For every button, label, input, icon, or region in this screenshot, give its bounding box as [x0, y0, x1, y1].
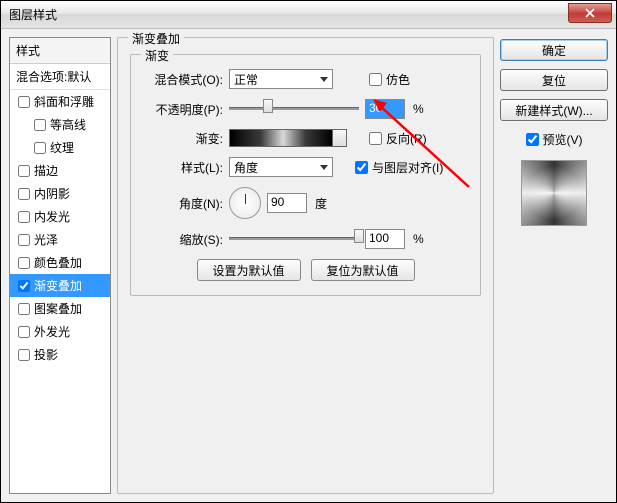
gradient-label: 渐变:: [143, 130, 223, 147]
dialog-title: 图层样式: [9, 6, 57, 23]
preview-swatch: [521, 160, 587, 226]
angle-dial[interactable]: [229, 187, 261, 219]
opacity-input[interactable]: 30: [365, 99, 405, 119]
style-item-label: 外发光: [34, 323, 70, 340]
reverse-checkbox[interactable]: 反向(R): [369, 130, 427, 147]
titlebar: 图层样式: [1, 1, 616, 29]
style-item-label: 光泽: [34, 231, 58, 248]
style-item[interactable]: 描边: [10, 159, 110, 182]
style-item[interactable]: 颜色叠加: [10, 251, 110, 274]
layer-style-dialog: 图层样式 样式 混合选项:默认 斜面和浮雕等高线纹理描边内阴影内发光光泽颜色叠加…: [0, 0, 617, 503]
angle-input[interactable]: 90: [267, 193, 307, 213]
make-default-button[interactable]: 设置为默认值: [197, 259, 301, 281]
style-item[interactable]: 内阴影: [10, 182, 110, 205]
style-item[interactable]: 图案叠加: [10, 297, 110, 320]
opacity-label: 不透明度(P):: [143, 101, 223, 118]
close-button[interactable]: [568, 3, 612, 23]
styles-list: 样式 混合选项:默认 斜面和浮雕等高线纹理描边内阴影内发光光泽颜色叠加渐变叠加图…: [9, 37, 111, 494]
style-item-label: 图案叠加: [34, 300, 82, 317]
gradient-swatch[interactable]: [229, 129, 333, 147]
style-item-label: 渐变叠加: [34, 277, 82, 294]
scale-input[interactable]: 100: [365, 229, 405, 249]
style-item[interactable]: 光泽: [10, 228, 110, 251]
style-item-label: 纹理: [50, 139, 74, 156]
style-item[interactable]: 外发光: [10, 320, 110, 343]
style-item[interactable]: 斜面和浮雕: [10, 90, 110, 113]
blend-mode-select[interactable]: 正常: [229, 69, 333, 89]
style-item[interactable]: 等高线: [10, 113, 110, 136]
scale-slider[interactable]: [229, 231, 359, 247]
cancel-button[interactable]: 复位: [500, 69, 608, 91]
reset-default-button[interactable]: 复位为默认值: [311, 259, 415, 281]
scale-label: 缩放(S):: [143, 231, 223, 248]
style-item[interactable]: 内发光: [10, 205, 110, 228]
angle-label: 角度(N):: [143, 195, 223, 212]
close-icon: [585, 8, 595, 18]
align-checkbox[interactable]: 与图层对齐(I): [355, 159, 443, 176]
outer-legend: 渐变叠加: [128, 30, 184, 47]
chevron-down-icon: [320, 165, 328, 170]
inner-legend: 渐变: [141, 47, 173, 64]
dither-checkbox[interactable]: 仿色: [369, 71, 410, 88]
ok-button[interactable]: 确定: [500, 39, 608, 61]
blend-mode-label: 混合模式(O):: [143, 71, 223, 88]
style-item-label: 描边: [34, 162, 58, 179]
style-item[interactable]: 投影: [10, 343, 110, 366]
style-item[interactable]: 纹理: [10, 136, 110, 159]
style-item-label: 斜面和浮雕: [34, 93, 94, 110]
style-item[interactable]: 渐变叠加: [10, 274, 110, 297]
slider-thumb[interactable]: [354, 229, 364, 243]
style-item-label: 内发光: [34, 208, 70, 225]
style-label: 样式(L):: [143, 159, 223, 176]
settings-panel: 渐变叠加 渐变 混合模式(O): 正常 仿色 不透明度(P):: [117, 37, 494, 494]
chevron-down-icon: [320, 77, 328, 82]
opacity-slider[interactable]: [229, 101, 359, 117]
style-select[interactable]: 角度: [229, 157, 333, 177]
style-item-label: 等高线: [50, 116, 86, 133]
blending-options-default[interactable]: 混合选项:默认: [10, 64, 110, 90]
style-item-label: 内阴影: [34, 185, 70, 202]
style-item-label: 投影: [34, 346, 58, 363]
styles-header[interactable]: 样式: [10, 38, 110, 64]
action-panel: 确定 复位 新建样式(W)... 预览(V): [500, 37, 608, 494]
gradient-dropdown[interactable]: [333, 129, 347, 147]
style-item-label: 颜色叠加: [34, 254, 82, 271]
preview-checkbox[interactable]: 预览(V): [500, 131, 608, 148]
new-style-button[interactable]: 新建样式(W)...: [500, 99, 608, 121]
slider-thumb[interactable]: [263, 99, 273, 113]
